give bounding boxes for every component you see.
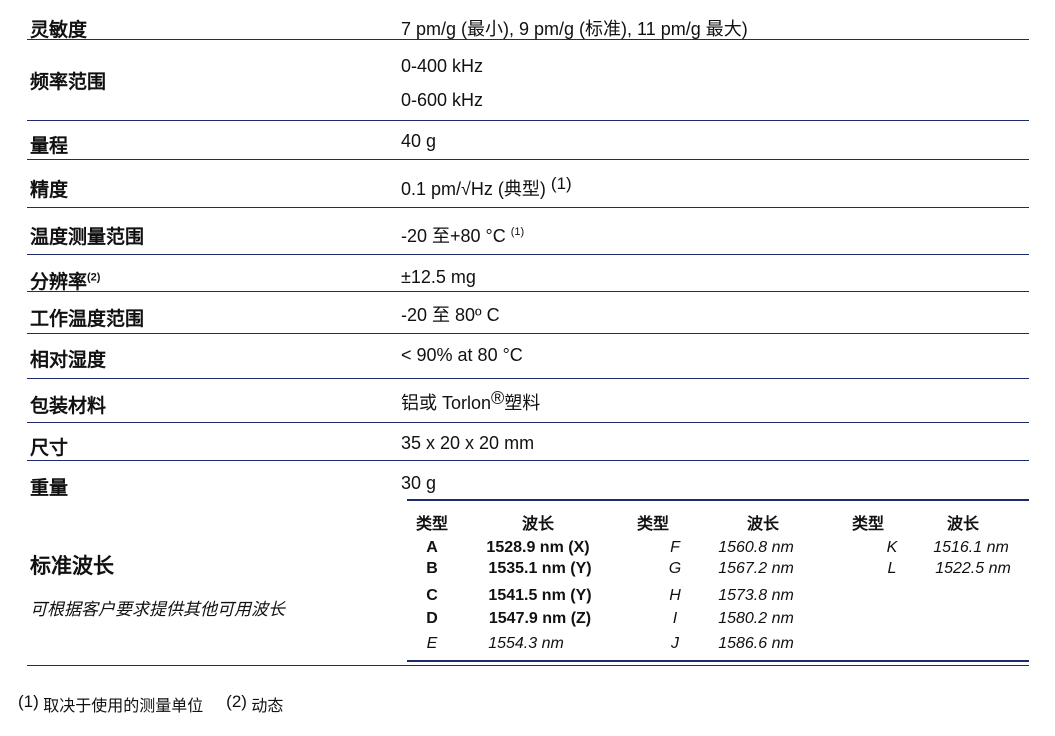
- footnotes: (1) 取决于使用的测量单位 (2) 动态: [18, 692, 283, 716]
- table-header: 类型: [415, 516, 449, 533]
- footnote-ref: (1): [510, 226, 525, 238]
- footnote-text: 动态: [251, 698, 284, 715]
- registered-mark: ®: [491, 388, 505, 408]
- spec-label-text: 分辨率: [30, 272, 88, 293]
- spec-label: 工作温度范围: [30, 309, 145, 330]
- wavelength-type: B: [426, 560, 438, 577]
- wavelength-value: 1535.1 nm (Y): [488, 560, 592, 577]
- spec-row-humidity: 相对湿度 < 90% at 80 °C: [27, 334, 1029, 379]
- spec-label: 尺寸: [30, 438, 69, 459]
- wavelength-value: 1528.9 nm (X): [486, 539, 590, 556]
- spec-value-secondary: 0-600 kHz: [401, 90, 484, 110]
- wavelength-value: 1554.3 nm: [488, 635, 564, 652]
- spec-value: 0-400 kHz: [401, 56, 484, 76]
- spec-label: 灵敏度: [30, 20, 88, 41]
- wavelength-value: 1567.2 nm: [718, 560, 794, 577]
- spec-value: 30 g: [401, 473, 437, 493]
- spec-value: 40 g: [401, 131, 437, 151]
- spec-value: 35 x 20 x 20 mm: [401, 433, 535, 453]
- spec-value: ±12.5 mg: [401, 267, 476, 287]
- wavelength-type: L: [887, 560, 897, 577]
- wavelength-value: 1541.5 nm (Y): [488, 587, 592, 604]
- spec-value: 7 pm/g (最小), 9 pm/g (标准), 11 pm/g 最大): [401, 19, 748, 39]
- spec-row-sensitivity: 灵敏度 7 pm/g (最小), 9 pm/g (标准), 11 pm/g 最大…: [27, 6, 1029, 41]
- footnote-text: 取决于使用的测量单位: [43, 698, 204, 715]
- spec-label: 量程: [30, 136, 69, 157]
- wavelength-type: C: [426, 587, 438, 604]
- spec-value: 0.1 pm/√Hz (典型) (1): [401, 175, 572, 201]
- spec-value: -20 至+80 °C (1): [401, 222, 524, 248]
- footnote-mark: (1): [18, 692, 39, 711]
- spec-label: 频率范围: [30, 72, 107, 93]
- wavelength-title: 标准波长: [30, 555, 114, 578]
- wavelength-value: 1573.8 nm: [718, 587, 794, 604]
- spec-row-frequency: 频率范围 0-400 kHz 0-600 kHz: [27, 40, 1029, 121]
- wavelength-type: F: [670, 539, 680, 556]
- footnote-mark: (2): [226, 692, 247, 711]
- table-header: 波长: [746, 516, 780, 533]
- spec-label: 包装材料: [30, 396, 107, 417]
- spec-row-package: 包装材料 铝或 Torlon®塑料: [27, 379, 1029, 423]
- spec-row-range: 量程 40 g: [27, 121, 1029, 160]
- spec-label: 相对湿度: [30, 350, 107, 371]
- spec-value-text: 0.1 pm/√Hz (典型): [401, 179, 546, 199]
- wavelength-value: 1586.6 nm: [718, 635, 794, 652]
- table-header: 波长: [946, 516, 980, 533]
- wavelength-type: K: [886, 539, 898, 556]
- footnote-ref: (1): [550, 174, 572, 193]
- spec-row-resolution: 分辨率(2) ±12.5 mg: [27, 255, 1029, 294]
- spec-row-operating-temp: 工作温度范围 -20 至 80º C: [27, 292, 1029, 334]
- wavelength-type: D: [426, 610, 438, 627]
- wavelength-value: 1522.5 nm: [935, 560, 1011, 577]
- wavelength-type: J: [671, 635, 679, 652]
- spec-value-text: 铝或 Torlon: [401, 393, 492, 413]
- spec-table: 灵敏度 7 pm/g (最小), 9 pm/g (标准), 11 pm/g 最大…: [27, 6, 1029, 666]
- footnote-ref: (2): [87, 271, 101, 284]
- table-header: 类型: [851, 516, 885, 533]
- wavelength-row: 标准波长 可根据客户要求提供其他可用波长 类型 波长 类型 波长 类型 波长 A…: [27, 499, 1029, 666]
- spec-value-text: -20 至+80 °C: [401, 226, 506, 246]
- table-header: 波长: [521, 516, 555, 533]
- spec-row-accuracy: 精度 0.1 pm/√Hz (典型) (1): [27, 160, 1029, 208]
- spec-label: 温度测量范围: [30, 227, 145, 248]
- wavelength-value: 1560.8 nm: [718, 539, 794, 556]
- spec-value-text: 塑料: [504, 393, 541, 413]
- spec-value: < 90% at 80 °C: [401, 345, 523, 365]
- wavelength-type: E: [426, 635, 438, 652]
- spec-row-dimensions: 尺寸 35 x 20 x 20 mm: [27, 423, 1029, 461]
- spec-label: 精度: [30, 180, 69, 201]
- wavelength-type: H: [669, 587, 681, 604]
- table-header: 类型: [636, 516, 670, 533]
- wavelength-value: 1547.9 nm (Z): [488, 610, 592, 627]
- spec-value: -20 至 80º C: [401, 305, 500, 325]
- wavelength-value: 1580.2 nm: [718, 610, 794, 627]
- wavelength-type: A: [426, 539, 438, 556]
- spec-label: 重量: [30, 478, 69, 499]
- spec-label: 分辨率(2): [30, 267, 100, 294]
- spec-row-weight: 重量 30 g: [27, 461, 1029, 499]
- spec-value: 铝或 Torlon®塑料: [401, 389, 540, 415]
- spec-row-temp-measure: 温度测量范围 -20 至+80 °C (1): [27, 208, 1029, 255]
- wavelength-type: G: [668, 560, 682, 577]
- wavelength-note: 可根据客户要求提供其他可用波长: [30, 600, 285, 619]
- wavelength-table: 类型 波长 类型 波长 类型 波长 A 1528.9 nm (X) B 1535…: [407, 499, 1029, 662]
- wavelength-value: 1516.1 nm: [933, 539, 1009, 556]
- wavelength-type: I: [672, 610, 678, 627]
